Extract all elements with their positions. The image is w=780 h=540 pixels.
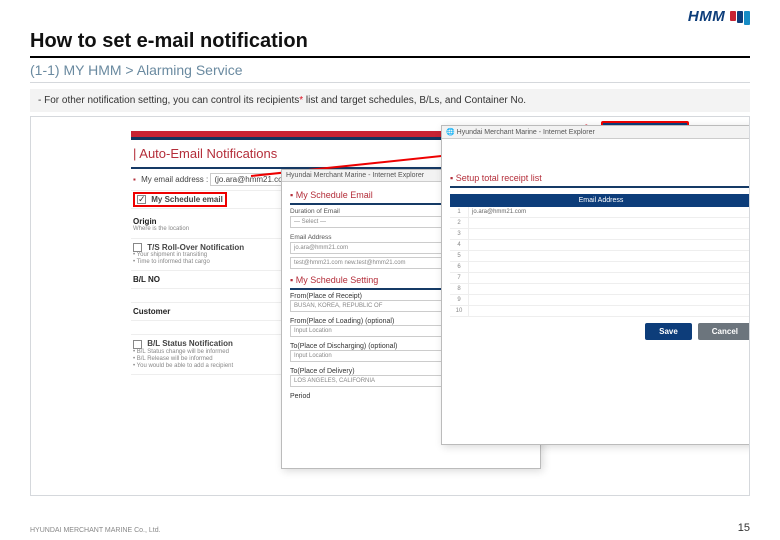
ie-icon: 🌐 (446, 129, 457, 136)
win-c-title: Hyundai Merchant Marine - Internet Explo… (457, 129, 595, 136)
table-row: 7 (450, 273, 750, 284)
row-email-input[interactable]: jo.ara@hmm21.com (468, 207, 750, 217)
spacer (450, 144, 750, 166)
instruction-note: - For other notification setting, you ca… (30, 89, 750, 112)
row-email-input[interactable] (468, 262, 750, 272)
row-email-input[interactable] (468, 229, 750, 239)
tsroll-label: T/S Roll-Over Notification (147, 243, 244, 252)
row-number: 8 (450, 284, 468, 294)
row-number: 3 (450, 229, 468, 239)
table-row: 1jo.ara@hmm21.com (450, 207, 750, 218)
logo-bars-icon (730, 11, 750, 25)
checkbox-icon[interactable] (133, 340, 142, 349)
row-number: 10 (450, 306, 468, 316)
footer-text: HYUNDAI MERCHANT MARINE Co., Ltd. (30, 527, 161, 534)
recipient-list-window: 🌐 Hyundai Merchant Marine - Internet Exp… (441, 125, 750, 445)
row-number: 6 (450, 262, 468, 272)
checkbox-on-icon[interactable] (137, 195, 146, 204)
row-email-input[interactable] (468, 251, 750, 261)
table-row: 3 (450, 229, 750, 240)
row-email-input[interactable] (468, 240, 750, 250)
table-row: 9 (450, 295, 750, 306)
logo-text: HMM (688, 8, 725, 25)
table-row: 6 (450, 262, 750, 273)
row-email-input[interactable] (468, 273, 750, 283)
row-number: 4 (450, 240, 468, 250)
recipient-header: Setup total receipt list (456, 173, 542, 183)
table-row: 4 (450, 240, 750, 251)
breadcrumb: (1-1) MY HMM > Alarming Service (30, 58, 750, 83)
highlight-box: My Schedule email (133, 192, 227, 207)
page-title: How to set e-mail notification (30, 30, 750, 58)
row-email-input[interactable] (468, 295, 750, 305)
row-number: 1 (450, 207, 468, 217)
row-number: 2 (450, 218, 468, 228)
save-button[interactable]: Save (645, 323, 692, 340)
screenshot-stage: | Auto-Email Notifications ▪ My email ad… (30, 116, 750, 496)
table-header: Email Address (450, 194, 750, 207)
blstatus-label: B/L Status Notification (147, 339, 233, 348)
note-pre: - For other notification setting, you ca… (38, 95, 299, 106)
row-email-input[interactable] (468, 284, 750, 294)
row-number: 5 (450, 251, 468, 261)
table-row: 2 (450, 218, 750, 229)
row-email-input[interactable] (468, 218, 750, 228)
row-number: 9 (450, 295, 468, 305)
email-label: My email address : (141, 175, 208, 184)
schedule-label: My Schedule email (151, 195, 223, 204)
table-row: 5 (450, 251, 750, 262)
checkbox-icon[interactable] (133, 243, 142, 252)
setting-header: My Schedule Setting (296, 275, 379, 285)
recipient-rows: 1jo.ara@hmm21.com2345678910 (450, 207, 750, 317)
win-b-header: My Schedule Email (296, 190, 373, 200)
cancel-button[interactable]: Cancel (698, 323, 750, 340)
brand-logo: HMM (688, 8, 750, 25)
page-number: 15 (738, 522, 750, 534)
window-title: 🌐 Hyundai Merchant Marine - Internet Exp… (442, 126, 750, 139)
note-post: list and target schedules, B/Ls, and Con… (303, 95, 526, 106)
table-row: 8 (450, 284, 750, 295)
row-number: 7 (450, 273, 468, 283)
bullet-icon: ▪ (133, 175, 136, 184)
table-row: 10 (450, 306, 750, 317)
row-email-input[interactable] (468, 306, 750, 316)
